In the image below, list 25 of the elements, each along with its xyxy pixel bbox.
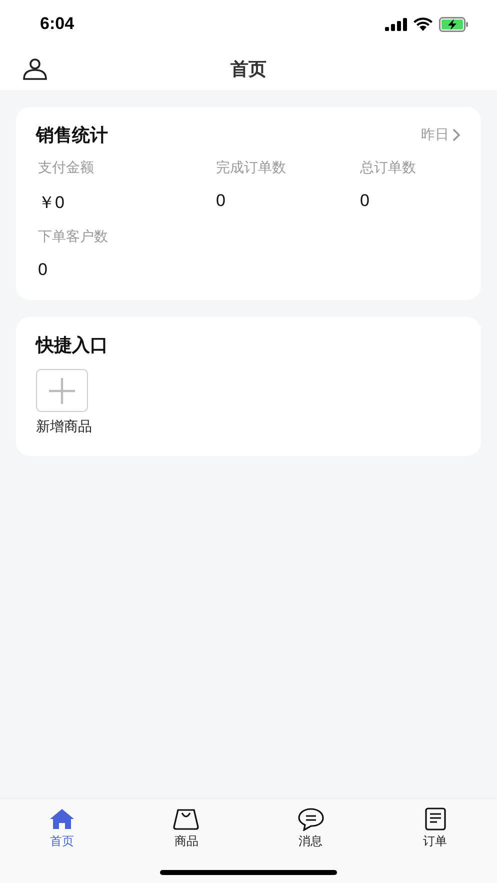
stat-value: 0 [216,191,226,211]
chat-icon [296,807,325,831]
shopping-bag-icon [172,807,200,831]
signal-icon [385,18,407,30]
page-title: 首页 [230,58,266,81]
stat-value: 0 [360,191,370,211]
card-title: 快捷入口 [36,334,108,357]
plus-icon [36,369,88,412]
stat-value: ￥0 [38,192,66,214]
tab-item[interactable]: 商品 [124,807,248,850]
home-icon [48,807,76,831]
add-product-shortcut[interactable]: 新增商品 [36,369,92,436]
tab-item[interactable]: 订单 [372,807,497,850]
tab-item[interactable]: 首页 [0,807,124,850]
stat-label: 支付金额 [38,159,95,177]
wifi-icon [413,17,433,31]
card-title: 销售统计 [36,124,108,147]
tab-item[interactable]: 消息 [248,807,373,850]
stat-label: 完成订单数 [216,159,287,177]
user-icon[interactable] [22,58,48,80]
chevron-right-icon [452,128,461,142]
stat-label: 下单客户数 [38,228,109,246]
stat-label: 总订单数 [360,159,417,177]
stat-value: 0 [38,260,48,280]
status-time: 6:04 [40,14,74,34]
